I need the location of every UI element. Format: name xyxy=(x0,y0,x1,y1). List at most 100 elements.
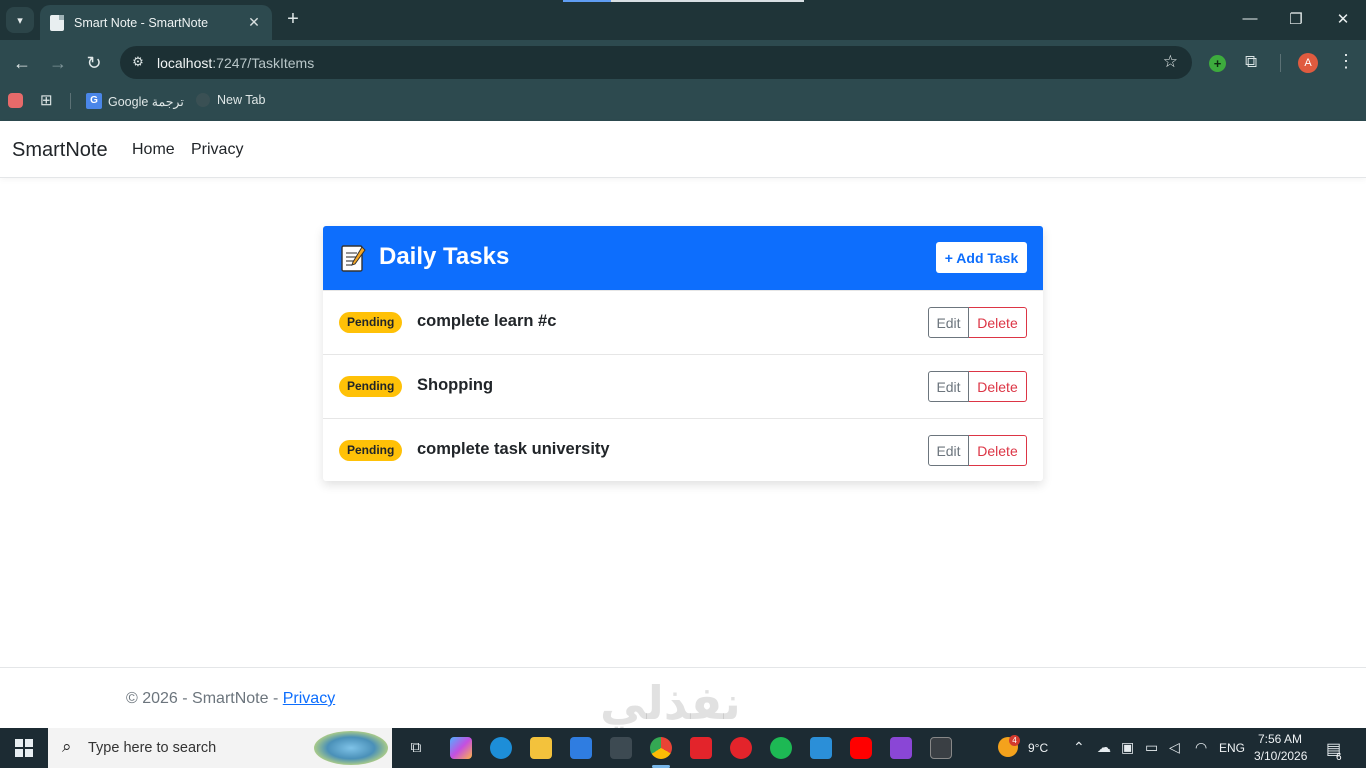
new-tab-button[interactable]: + xyxy=(282,8,304,30)
taskbar-app-icon[interactable] xyxy=(610,737,632,759)
bookmark-label: New Tab xyxy=(217,93,266,107)
status-badge: Pending xyxy=(339,376,403,397)
tab-search-chevron-icon[interactable]: ▾ xyxy=(6,7,34,33)
globe-icon xyxy=(196,93,210,107)
spotify-icon[interactable] xyxy=(770,737,792,759)
pdf-app-icon[interactable] xyxy=(690,737,712,759)
notification-count: 6 xyxy=(1336,752,1342,763)
nav-link-home[interactable]: Home xyxy=(132,141,175,159)
volume-icon[interactable]: ◁ xyxy=(1169,739,1180,756)
add-task-button[interactable]: + Add Task xyxy=(936,242,1027,273)
page-favicon-icon xyxy=(50,14,64,31)
onedrive-icon[interactable]: ☁ xyxy=(1097,739,1111,756)
profile-avatar[interactable]: A xyxy=(1298,53,1318,73)
daily-tasks-card: Daily Tasks + Add Task Pending complete … xyxy=(323,226,1043,481)
terminal-icon[interactable] xyxy=(930,737,952,759)
extension-plus-icon[interactable]: + xyxy=(1209,55,1226,72)
task-title: complete learn #c xyxy=(417,312,557,330)
bookmarks-bar: ⊞ G Google ترجمة New Tab xyxy=(0,86,1366,121)
weather-badge: 4 xyxy=(1009,735,1020,746)
delete-button[interactable]: Delete xyxy=(969,307,1027,338)
camera-icon[interactable]: ▣ xyxy=(1121,739,1134,756)
tab-progress-track xyxy=(611,0,804,2)
vscode-icon[interactable] xyxy=(810,737,832,759)
footer-privacy-link[interactable]: Privacy xyxy=(283,690,335,707)
battery-icon[interactable]: ▭ xyxy=(1145,739,1158,756)
task-actions: Edit Delete xyxy=(928,435,1027,466)
task-row: Pending Shopping Edit Delete xyxy=(323,354,1043,418)
search-highlight-image xyxy=(314,731,388,765)
url-host: localhost xyxy=(157,55,213,71)
edge-browser-icon[interactable] xyxy=(490,737,512,759)
footer-copyright: © 2026 - SmartNote - xyxy=(126,690,283,707)
status-badge: Pending xyxy=(339,312,403,333)
task-row: Pending complete task university Edit De… xyxy=(323,418,1043,481)
browser-tab-active[interactable]: Smart Note - SmartNote ✕ xyxy=(40,5,272,40)
windows-start-icon[interactable] xyxy=(15,739,33,757)
forward-arrow-icon[interactable]: → xyxy=(46,52,70,74)
taskbar-search-box[interactable]: ⌕ Type here to search xyxy=(48,728,392,768)
app-navbar: SmartNote Home Privacy xyxy=(0,121,1366,178)
tray-chevron-up-icon[interactable]: ⌃ xyxy=(1073,739,1085,756)
apps-grid-icon[interactable]: ⊞ xyxy=(40,91,53,109)
tab-title: Smart Note - SmartNote xyxy=(74,15,209,30)
tab-progress-indicator xyxy=(563,0,611,2)
address-bar[interactable]: ⚙ localhost:7247/TaskItems ☆ xyxy=(120,46,1192,79)
task-row: Pending complete learn #c Edit Delete xyxy=(323,290,1043,354)
search-icon: ⌕ xyxy=(62,737,72,756)
task-actions: Edit Delete xyxy=(928,307,1027,338)
file-explorer-icon[interactable] xyxy=(530,737,552,759)
minimize-button[interactable]: — xyxy=(1240,10,1260,27)
microsoft-store-icon[interactable] xyxy=(570,737,592,759)
site-info-icon[interactable]: ⚙ xyxy=(129,53,147,71)
task-title: Shopping xyxy=(417,376,494,394)
clock-date[interactable]: 3/10/2026 xyxy=(1254,749,1307,763)
bookmark-app-icon[interactable] xyxy=(8,93,23,108)
close-window-button[interactable]: ✕ xyxy=(1333,10,1353,28)
tab-close-icon[interactable]: ✕ xyxy=(246,14,262,31)
browser-toolbar: ← → ↻ ⚙ localhost:7247/TaskItems ☆ xyxy=(0,40,1366,86)
visual-studio-icon[interactable] xyxy=(890,737,912,759)
page-footer: © 2026 - SmartNote - Privacy xyxy=(126,690,335,708)
card-header: Daily Tasks + Add Task xyxy=(323,226,1043,290)
edit-button[interactable]: Edit xyxy=(928,371,969,402)
toolbar-divider xyxy=(1280,54,1281,72)
bookmark-new-tab[interactable]: New Tab xyxy=(196,93,265,107)
browser-tabstrip: ▾ Smart Note - SmartNote ✕ + — ❐ ✕ xyxy=(0,0,1366,40)
url-path: :7247/TaskItems xyxy=(212,55,315,71)
delete-button[interactable]: Delete xyxy=(969,371,1027,402)
restore-button[interactable]: ❐ xyxy=(1286,10,1306,28)
task-view-icon[interactable]: ⧉ xyxy=(405,737,427,759)
reload-icon[interactable]: ↻ xyxy=(82,52,106,74)
bookmark-label: Google ترجمة xyxy=(108,94,184,109)
opera-browser-icon[interactable] xyxy=(730,737,752,759)
memo-icon xyxy=(341,245,366,272)
chrome-browser-icon[interactable] xyxy=(650,737,672,759)
youtube-icon[interactable] xyxy=(850,737,872,759)
status-badge: Pending xyxy=(339,440,403,461)
url-text[interactable]: localhost:7247/TaskItems xyxy=(157,55,314,71)
delete-button[interactable]: Delete xyxy=(969,435,1027,466)
bookmarks-divider xyxy=(70,93,71,109)
search-placeholder: Type here to search xyxy=(88,740,217,756)
watermark-logo: نفذلي xyxy=(600,676,741,730)
card-title: Daily Tasks xyxy=(379,243,510,270)
edit-button[interactable]: Edit xyxy=(928,435,969,466)
extensions-puzzle-icon[interactable]: ⧉ xyxy=(1245,52,1257,72)
temperature-label[interactable]: 9°C xyxy=(1028,741,1048,755)
clock-time[interactable]: 7:56 AM xyxy=(1258,732,1302,746)
google-translate-icon: G xyxy=(86,93,102,109)
bookmark-google-translate[interactable]: G Google ترجمة xyxy=(86,93,184,109)
browser-menu-icon[interactable]: ⋮ xyxy=(1337,51,1355,72)
copilot-icon[interactable] xyxy=(450,737,472,759)
task-title: complete task university xyxy=(417,440,610,458)
bookmark-star-icon[interactable]: ☆ xyxy=(1163,52,1178,72)
wifi-icon[interactable]: ◠ xyxy=(1195,739,1207,756)
brand-link[interactable]: SmartNote xyxy=(12,139,108,162)
back-arrow-icon[interactable]: ← xyxy=(10,52,34,74)
task-actions: Edit Delete xyxy=(928,371,1027,402)
nav-link-privacy[interactable]: Privacy xyxy=(191,141,243,159)
edit-button[interactable]: Edit xyxy=(928,307,969,338)
language-indicator[interactable]: ENG xyxy=(1219,741,1245,755)
windows-taskbar: ⌕ Type here to search ⧉ 4 9°C ⌃ ☁ ▣ ▭ ◁ … xyxy=(0,728,1366,768)
